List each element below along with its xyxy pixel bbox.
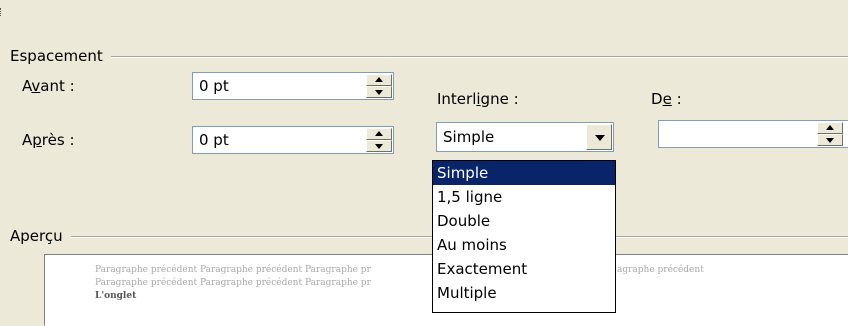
before-spin-up-button[interactable] xyxy=(366,74,392,86)
before-spinner[interactable]: 0 pt xyxy=(192,72,394,100)
arrow-down-icon xyxy=(375,90,383,95)
preview-bold-text: L'onglet xyxy=(95,291,137,301)
before-spin-down-button[interactable] xyxy=(366,86,392,98)
at-label: De : xyxy=(651,90,682,108)
arrow-up-icon xyxy=(375,77,383,82)
line-spacing-option[interactable]: Exactement xyxy=(433,257,615,281)
spacing-group-title: Espacement xyxy=(10,47,111,65)
line-spacing-option[interactable]: Au moins xyxy=(433,233,615,257)
after-value[interactable]: 0 pt xyxy=(199,131,229,149)
line-spacing-dropdown-button[interactable] xyxy=(586,124,612,150)
line-spacing-value[interactable]: Simple xyxy=(443,128,494,146)
before-label: Avant : xyxy=(22,77,75,95)
preview-line-2-left: Paragraphe précédent Paragraphe précéden… xyxy=(95,278,371,288)
corner-mark xyxy=(0,8,3,16)
preview-line-1-left: Paragraphe précédent Paragraphe précéden… xyxy=(95,265,371,275)
line-spacing-option[interactable]: Simple xyxy=(433,161,615,185)
after-spinner[interactable]: 0 pt xyxy=(192,126,394,154)
arrow-down-icon xyxy=(375,144,383,149)
preview-group-title: Aperçu xyxy=(10,227,71,245)
line-spacing-label: Interligne : xyxy=(437,90,519,108)
line-spacing-option[interactable]: 1,5 ligne xyxy=(433,185,615,209)
at-spin-down-button[interactable] xyxy=(817,134,843,146)
after-spin-up-button[interactable] xyxy=(366,128,392,140)
after-label: Après : xyxy=(22,131,75,149)
arrow-up-icon xyxy=(375,131,383,136)
before-value[interactable]: 0 pt xyxy=(199,77,229,95)
line-spacing-combo[interactable]: Simple xyxy=(436,122,614,152)
line-spacing-option[interactable]: Multiple xyxy=(433,281,615,305)
spacing-separator xyxy=(10,56,848,58)
arrow-down-icon xyxy=(826,138,834,143)
line-spacing-option[interactable]: Double xyxy=(433,209,615,233)
at-spin-up-button[interactable] xyxy=(817,122,843,134)
preview-line-1-right: agraphe précédent xyxy=(617,265,704,275)
arrow-up-icon xyxy=(826,125,834,130)
line-spacing-listbox[interactable]: Simple 1,5 ligne Double Au moins Exactement M… xyxy=(432,160,616,313)
after-spin-down-button[interactable] xyxy=(366,140,392,152)
chevron-down-icon xyxy=(595,135,605,141)
at-spinner[interactable] xyxy=(658,120,848,148)
preview-separator xyxy=(10,236,848,238)
